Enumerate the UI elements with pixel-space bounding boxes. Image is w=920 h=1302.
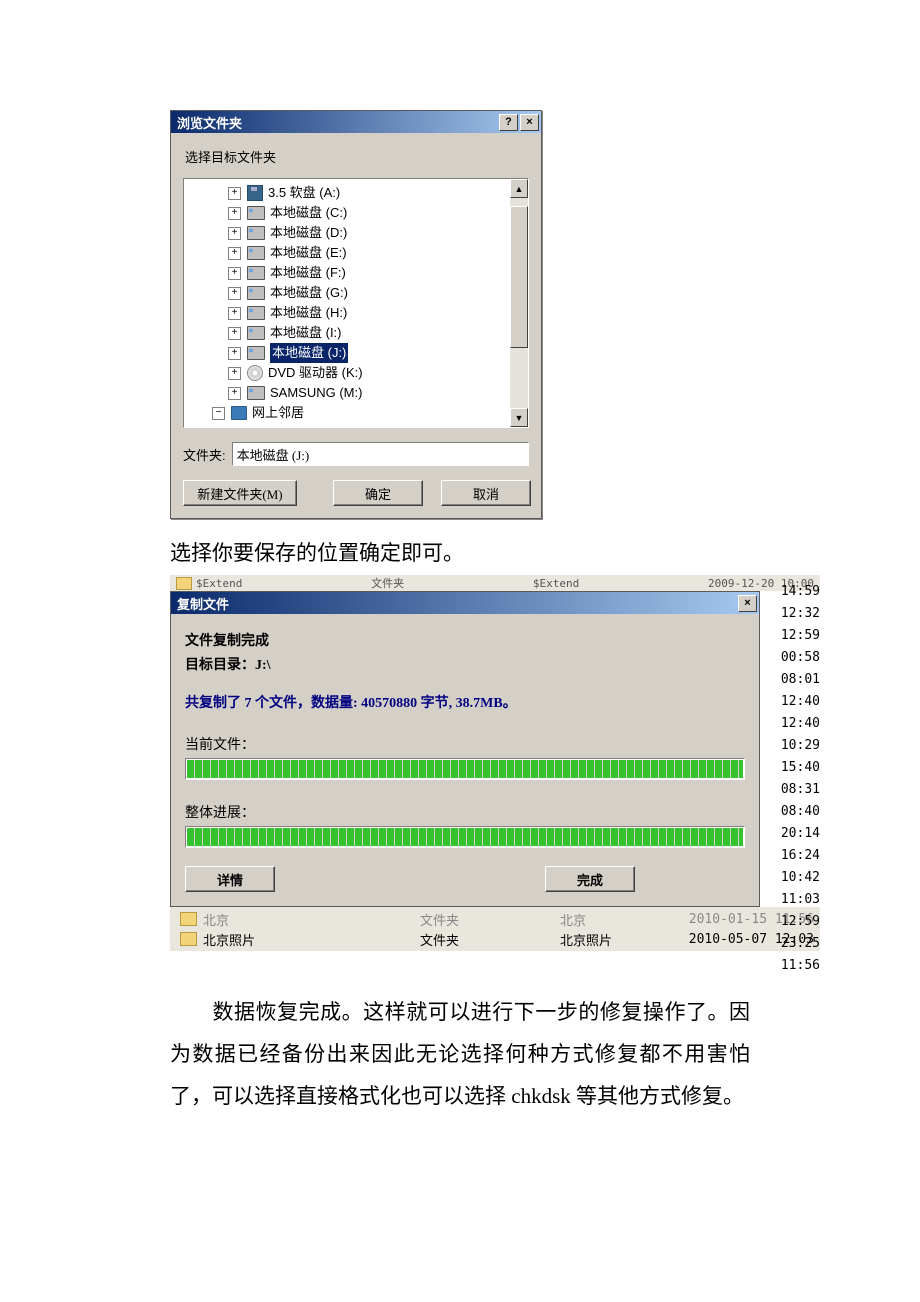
tree-item[interactable]: + 本地磁盘 (G:) bbox=[194, 283, 510, 303]
scroll-thumb[interactable] bbox=[510, 206, 528, 348]
tree-item[interactable]: + 本地磁盘 (I:) bbox=[194, 323, 510, 343]
folder-input[interactable] bbox=[232, 442, 529, 466]
scrollbar[interactable]: ▲ ▼ bbox=[510, 179, 528, 427]
expand-toggle[interactable]: − bbox=[212, 407, 225, 420]
folder-field-label: 文件夹: bbox=[183, 445, 226, 464]
expand-toggle[interactable]: + bbox=[228, 347, 241, 360]
folder-icon bbox=[180, 912, 197, 926]
expand-toggle[interactable]: + bbox=[228, 207, 241, 220]
tree-item[interactable]: − 网上邻居 bbox=[194, 403, 510, 423]
overall-progress-label: 整体进展： bbox=[185, 802, 745, 822]
expand-toggle[interactable]: + bbox=[228, 247, 241, 260]
browse-folder-dialog: 浏览文件夹 ? × 选择目标文件夹 +3.5 软盘 (A:)+本地磁盘 (C:)… bbox=[170, 110, 542, 519]
expand-toggle[interactable]: + bbox=[228, 187, 241, 200]
drive-icon bbox=[247, 206, 265, 220]
caption-text: 选择你要保存的位置确定即可。 bbox=[170, 537, 750, 567]
floppy-icon bbox=[247, 185, 263, 201]
scroll-up-button[interactable]: ▲ bbox=[510, 179, 528, 198]
tree-item-label: 网上邻居 bbox=[252, 403, 304, 423]
done-button[interactable]: 完成 bbox=[545, 866, 635, 892]
drive-icon bbox=[247, 346, 265, 360]
current-file-label: 当前文件： bbox=[185, 734, 745, 754]
tree-item[interactable]: + 本地磁盘 (J:) bbox=[194, 343, 510, 363]
dvd-icon bbox=[247, 365, 263, 381]
expand-toggle[interactable]: + bbox=[228, 367, 241, 380]
copy-progress-screenshot: 14:5912:3212:5900:5808:0112:4012:4010:29… bbox=[170, 575, 820, 951]
dialog-prompt: 选择目标文件夹 bbox=[185, 147, 527, 166]
background-file-rows: 北京文件夹北京2010-01-15 11:56北京照片文件夹北京照片2010-0… bbox=[170, 907, 820, 951]
tree-item[interactable]: + 本地磁盘 (F:) bbox=[194, 263, 510, 283]
current-file-progress bbox=[185, 758, 745, 780]
dialog-titlebar[interactable]: 复制文件 × bbox=[171, 592, 759, 614]
drive-icon bbox=[247, 286, 265, 300]
summary-line: 共复制了 7 个文件，数据量: 40570880 字节, 38.7MB。 bbox=[185, 692, 745, 712]
tree-item[interactable]: +3.5 软盘 (A:) bbox=[194, 183, 510, 203]
tree-item-label: 本地磁盘 (E:) bbox=[270, 243, 347, 263]
expand-toggle[interactable]: + bbox=[228, 307, 241, 320]
expand-toggle[interactable]: + bbox=[228, 267, 241, 280]
tree-item-label: 本地磁盘 (J:) bbox=[270, 343, 348, 363]
drive-icon bbox=[247, 386, 265, 400]
drive-icon bbox=[247, 326, 265, 340]
tree-item-label: 3.5 软盘 (A:) bbox=[268, 183, 340, 203]
tree-item-label: 本地磁盘 (F:) bbox=[270, 263, 346, 283]
expand-toggle[interactable]: + bbox=[228, 287, 241, 300]
background-time-column: 14:5912:3212:5900:5808:0112:4012:4010:29… bbox=[770, 575, 820, 951]
folder-icon bbox=[180, 932, 197, 946]
background-list-header: $Extend 文件夹 $Extend 2009-12-20 10:00 bbox=[170, 575, 820, 591]
tree-item-label: DVD 驱动器 (K:) bbox=[268, 363, 363, 383]
details-button[interactable]: 详情 bbox=[185, 866, 275, 892]
expand-toggle[interactable]: + bbox=[228, 227, 241, 240]
copy-file-dialog: 复制文件 × 文件复制完成 目标目录：J:\ 共复制了 7 个文件，数据量: 4… bbox=[170, 591, 760, 907]
dialog-title: 浏览文件夹 bbox=[177, 113, 242, 132]
tree-item[interactable]: + 本地磁盘 (C:) bbox=[194, 203, 510, 223]
tree-item[interactable]: + DVD 驱动器 (K:) bbox=[194, 363, 510, 383]
tree-item[interactable]: + 本地磁盘 (E:) bbox=[194, 243, 510, 263]
status-line: 文件复制完成 bbox=[185, 630, 745, 650]
close-button[interactable]: × bbox=[520, 114, 539, 131]
tree-item-label: 本地磁盘 (C:) bbox=[270, 203, 347, 223]
file-row[interactable]: 北京文件夹北京2010-01-15 11:56 bbox=[180, 909, 814, 929]
ok-button[interactable]: 确定 bbox=[333, 480, 423, 506]
expand-toggle[interactable]: + bbox=[228, 387, 241, 400]
target-dir-line: 目标目录：J:\ bbox=[185, 654, 745, 674]
dialog-titlebar[interactable]: 浏览文件夹 ? × bbox=[171, 111, 541, 133]
tree-item-label: 本地磁盘 (D:) bbox=[270, 223, 347, 243]
expand-toggle[interactable]: + bbox=[228, 327, 241, 340]
folder-icon bbox=[176, 577, 192, 590]
folder-tree[interactable]: +3.5 软盘 (A:)+本地磁盘 (C:)+本地磁盘 (D:)+本地磁盘 (E… bbox=[183, 178, 529, 428]
net-icon bbox=[231, 406, 247, 420]
cancel-button[interactable]: 取消 bbox=[441, 480, 531, 506]
tree-item-label: SAMSUNG (M:) bbox=[270, 383, 362, 403]
tree-item-label: 本地磁盘 (G:) bbox=[270, 283, 348, 303]
tree-item[interactable]: + 本地磁盘 (H:) bbox=[194, 303, 510, 323]
tree-item[interactable]: + SAMSUNG (M:) bbox=[194, 383, 510, 403]
overall-progress bbox=[185, 826, 745, 848]
dialog-title: 复制文件 bbox=[177, 594, 229, 613]
help-button[interactable]: ? bbox=[499, 114, 518, 131]
drive-icon bbox=[247, 266, 265, 280]
tree-item-label: 本地磁盘 (H:) bbox=[270, 303, 347, 323]
drive-icon bbox=[247, 226, 265, 240]
new-folder-button[interactable]: 新建文件夹(M) bbox=[183, 480, 297, 506]
file-row[interactable]: 北京照片文件夹北京照片2010-05-07 12:03 bbox=[180, 929, 814, 949]
body-paragraph: 数据恢复完成。这样就可以进行下一步的修复操作了。因为数据已经备份出来因此无论选择… bbox=[170, 991, 750, 1117]
tree-item[interactable]: + 本地磁盘 (D:) bbox=[194, 223, 510, 243]
drive-icon bbox=[247, 246, 265, 260]
drive-icon bbox=[247, 306, 265, 320]
close-button[interactable]: × bbox=[738, 595, 757, 612]
tree-item-label: 本地磁盘 (I:) bbox=[270, 323, 342, 343]
scroll-down-button[interactable]: ▼ bbox=[510, 408, 528, 427]
